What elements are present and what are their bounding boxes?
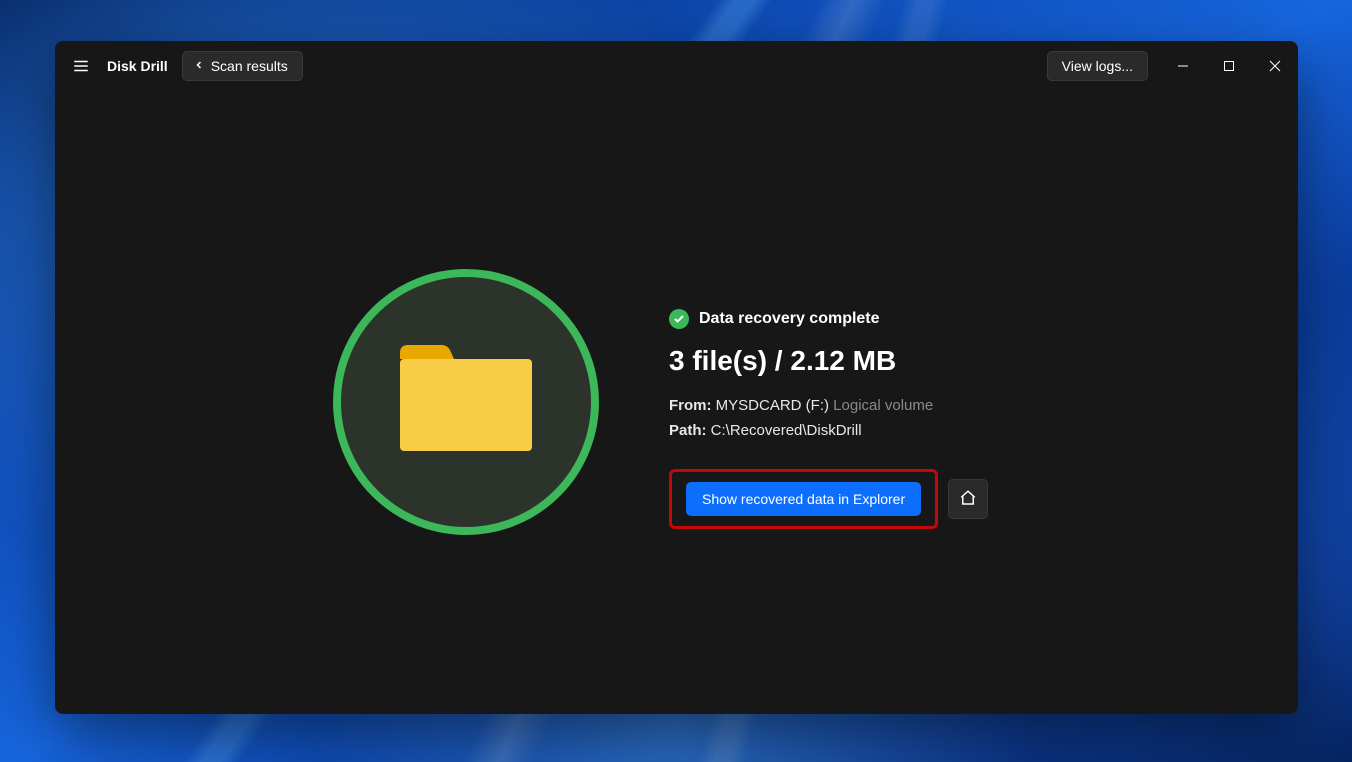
recovery-info: Data recovery complete 3 file(s) / 2.12 … (669, 269, 988, 529)
action-row: Show recovered data in Explorer (669, 469, 988, 529)
path-row: Path: C:\Recovered\DiskDrill (669, 422, 988, 439)
close-button[interactable] (1252, 41, 1298, 91)
scan-results-label: Scan results (211, 58, 288, 74)
path-label: Path: (669, 422, 707, 439)
view-logs-button[interactable]: View logs... (1047, 51, 1148, 81)
status-row: Data recovery complete (669, 309, 988, 329)
show-in-explorer-button[interactable]: Show recovered data in Explorer (686, 482, 921, 516)
maximize-button[interactable] (1206, 41, 1252, 91)
app-title: Disk Drill (107, 58, 168, 74)
scan-results-back-button[interactable]: Scan results (182, 51, 303, 81)
menu-icon[interactable] (65, 50, 97, 82)
path-value: C:\Recovered\DiskDrill (711, 422, 862, 439)
recovery-summary: 3 file(s) / 2.12 MB (669, 345, 988, 377)
from-value: MYSDCARD (F:) (716, 397, 829, 414)
from-row: From: MYSDCARD (F:) Logical volume (669, 397, 988, 414)
titlebar-right: View logs... (1047, 41, 1298, 91)
home-button[interactable] (948, 479, 988, 519)
status-text: Data recovery complete (699, 310, 880, 328)
from-label: From: (669, 397, 712, 414)
content-area: Data recovery complete 3 file(s) / 2.12 … (55, 91, 1298, 714)
titlebar: Disk Drill Scan results View logs... (55, 41, 1298, 91)
chevron-left-icon (193, 58, 205, 74)
highlight-annotation: Show recovered data in Explorer (669, 469, 938, 529)
home-icon (959, 489, 977, 510)
check-icon (669, 309, 689, 329)
success-circle (333, 269, 599, 535)
folder-icon (400, 345, 532, 460)
from-type: Logical volume (833, 397, 933, 414)
minimize-button[interactable] (1160, 41, 1206, 91)
app-window: Disk Drill Scan results View logs... (55, 41, 1298, 714)
